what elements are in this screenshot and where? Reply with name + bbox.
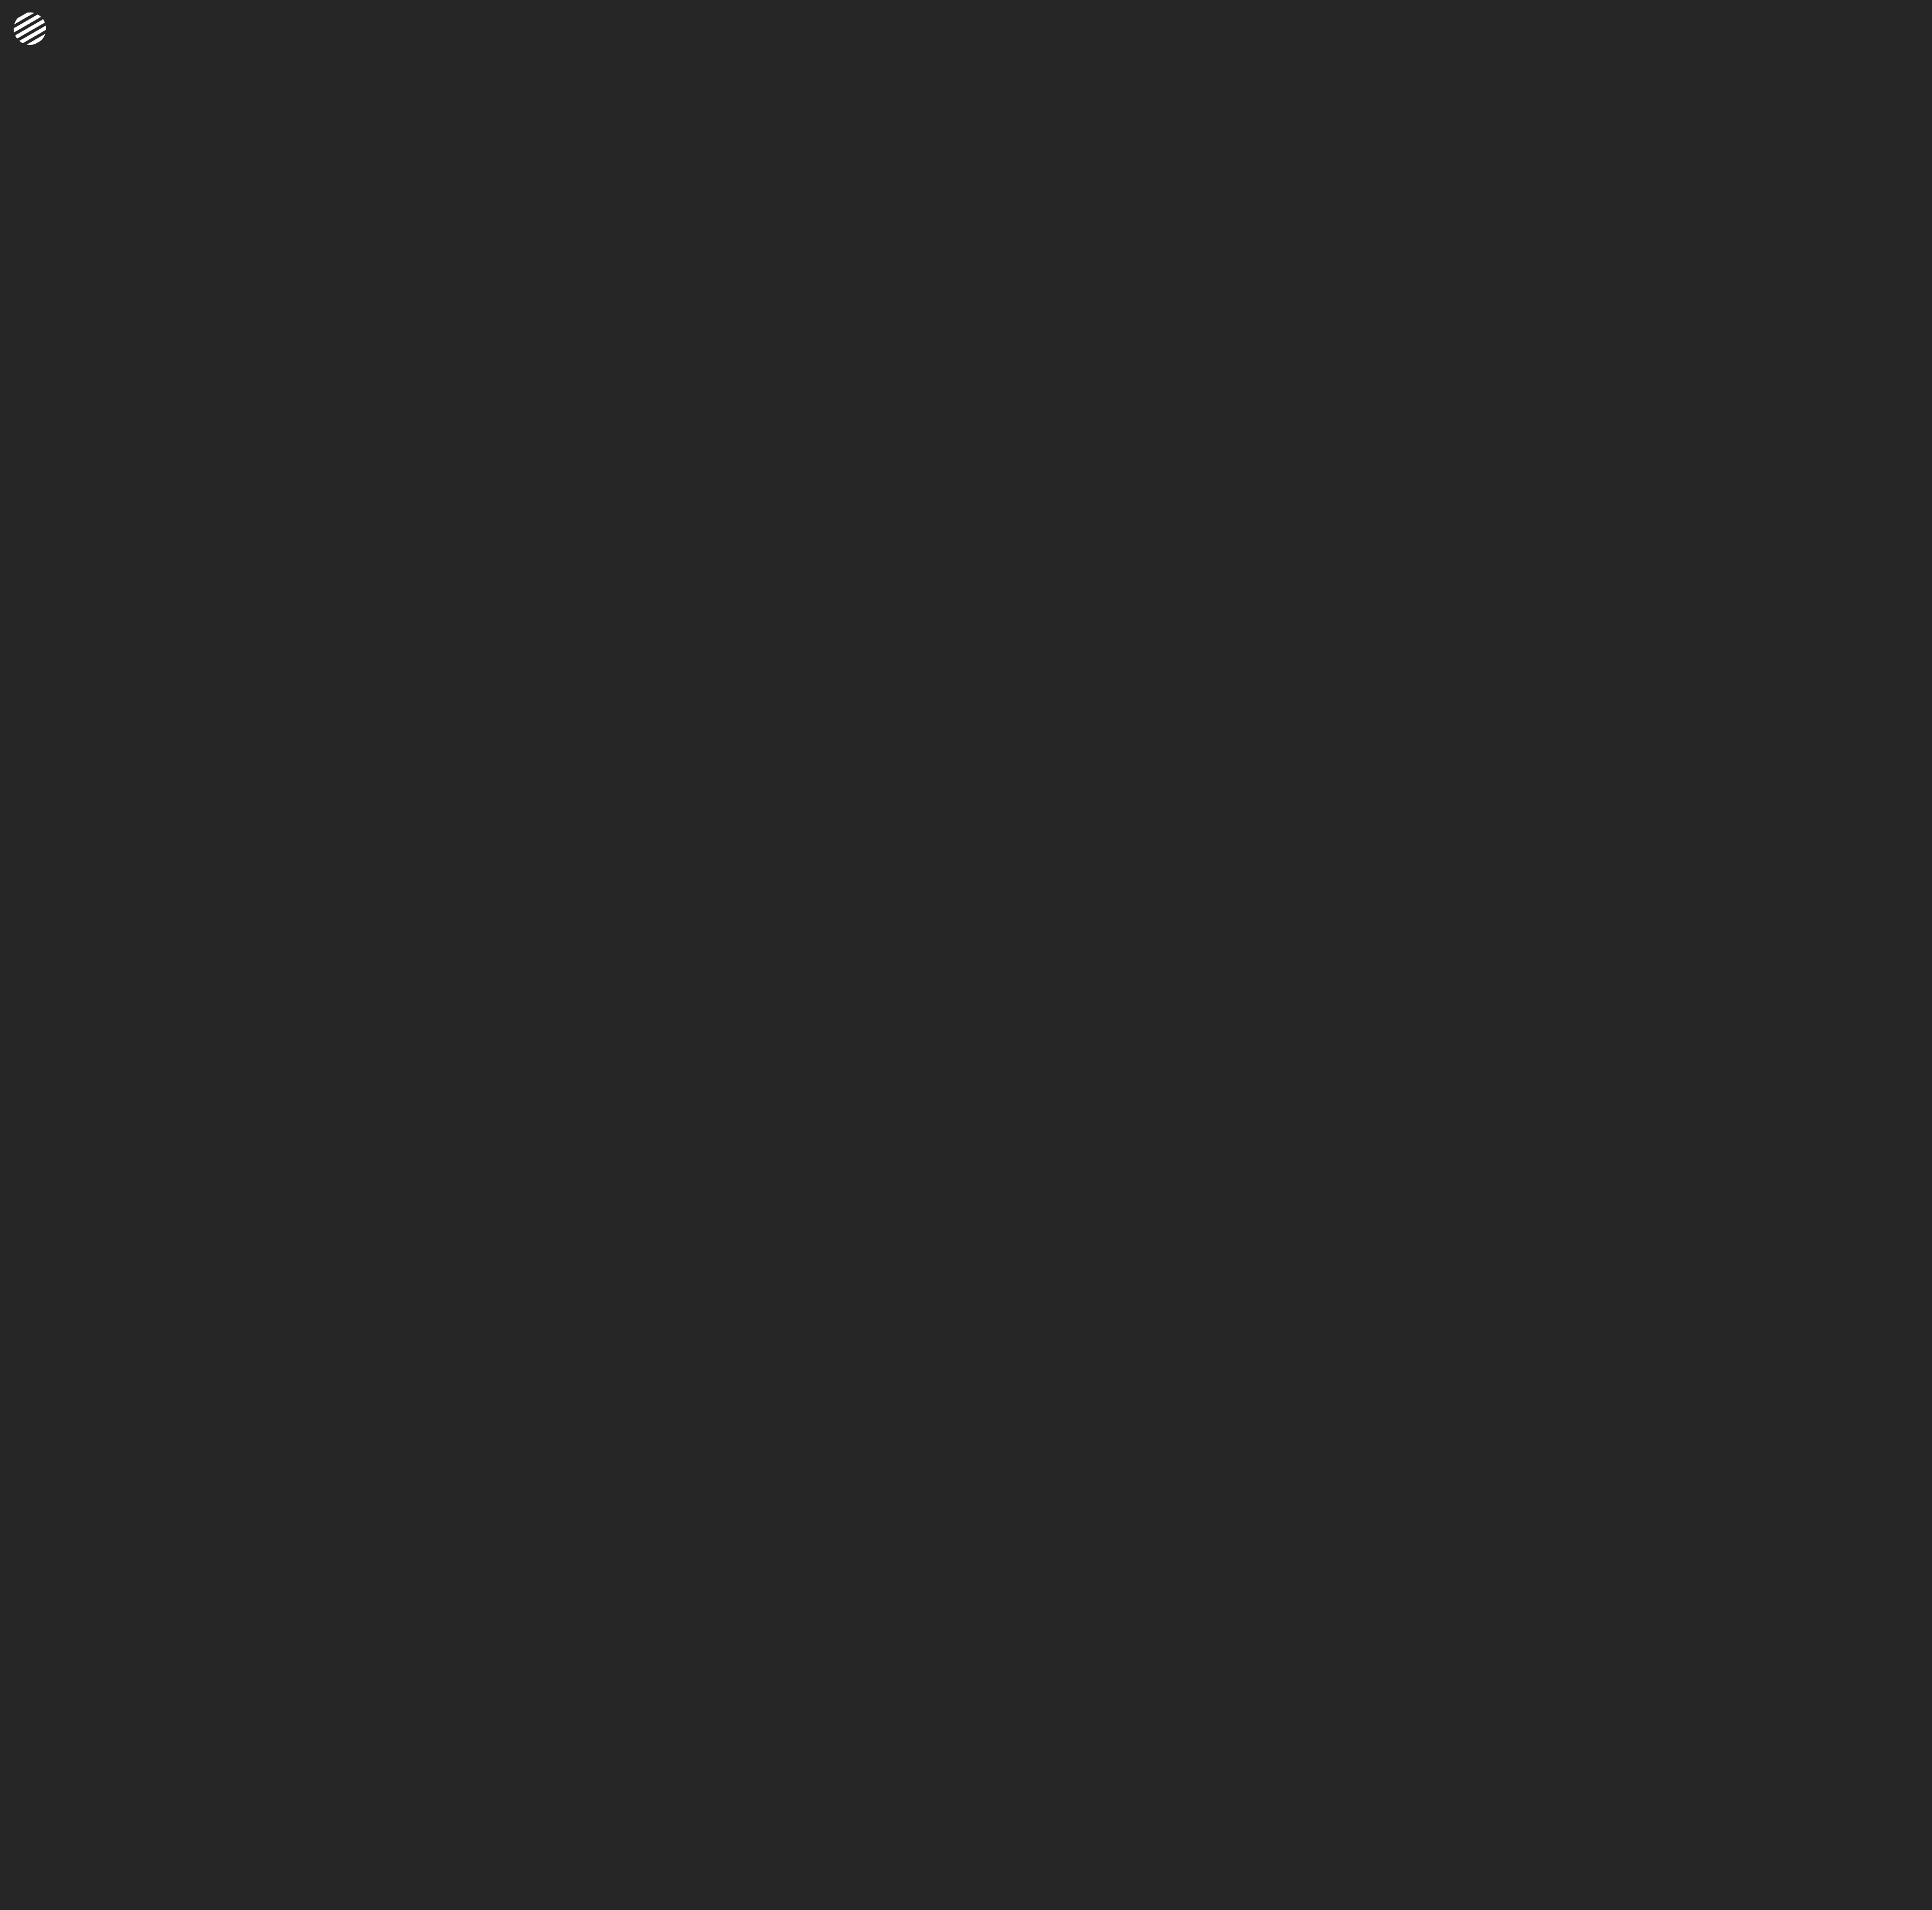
gfz-logo bbox=[14, 12, 72, 45]
spectrogram-canvas bbox=[50, 74, 1932, 1886]
gfz-globe-icon bbox=[14, 12, 46, 45]
power-colorbar bbox=[530, 25, 1465, 46]
spectrogram-page bbox=[0, 0, 1932, 1910]
colorbar-min-label bbox=[455, 25, 515, 46]
footer-bar bbox=[0, 1886, 1932, 1910]
